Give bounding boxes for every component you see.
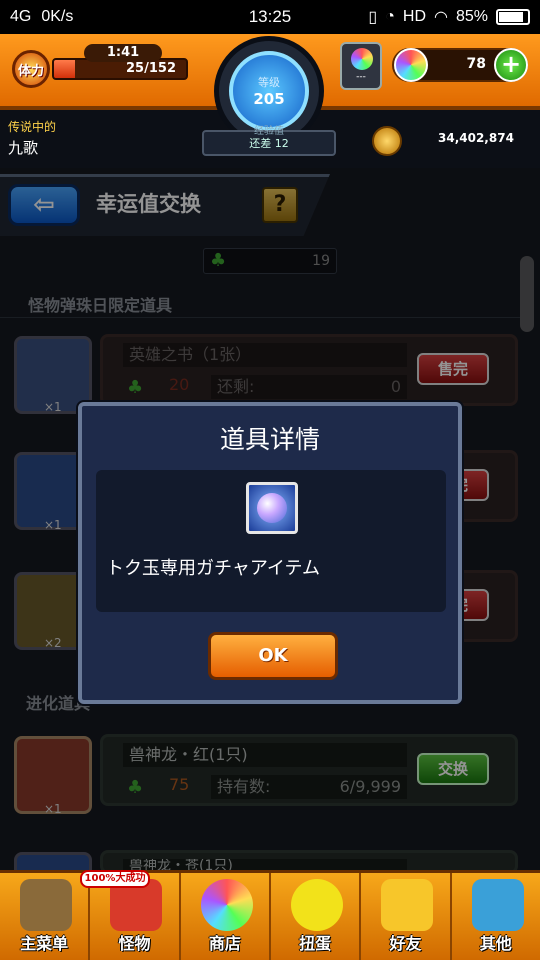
nav-label: 商店 (208, 934, 241, 953)
hot-badge: 100%大成功 (80, 870, 150, 888)
other-icon (471, 879, 524, 931)
gacha-machine-text: --- (356, 72, 366, 82)
nav-label: 扭蛋 (299, 934, 332, 953)
coin-count: 34,402,874 (438, 131, 514, 145)
network-speed: 0K/s (41, 8, 74, 25)
nav-other[interactable]: 其他 (452, 873, 540, 960)
add-orbs-button[interactable]: + (494, 48, 528, 82)
status-bar: 4G 0K/s 13:25 ▯ ◔ HD ◠ 85% (0, 0, 540, 34)
exp-value: 还差 12 (249, 137, 289, 150)
house-icon (20, 879, 72, 931)
wifi-icon: ◠ (434, 9, 448, 26)
coin-icon (372, 126, 402, 156)
dialog-title: 道具详情 (219, 425, 320, 454)
rainbow-orb-icon (394, 48, 428, 82)
player-title: 传说中的 (8, 120, 57, 134)
stamina-value: 25/152 (126, 61, 176, 76)
alarm-icon: ◔ (385, 8, 395, 25)
nav-friends[interactable]: 好友 (361, 873, 452, 960)
stamina-fill (54, 60, 76, 78)
friends-icon (381, 879, 434, 931)
battery-percent: 85% (455, 8, 488, 25)
ok-button[interactable]: OK (208, 632, 338, 680)
player-name: 九歌 (8, 139, 39, 157)
stamina-timer: 1:41 (84, 44, 162, 62)
vibrate-icon: ▯ (368, 9, 378, 26)
nav-label: 怪物 (118, 934, 151, 953)
nav-label: 其他 (479, 934, 512, 953)
nav-gacha[interactable]: 扭蛋 (271, 873, 362, 960)
nav-label: 主菜单 (20, 934, 69, 953)
orb-counter: 78 + (392, 48, 528, 82)
nav-label: 好友 (389, 934, 422, 953)
exp-box: 经验值 还差 12 (202, 126, 336, 156)
egg-icon (290, 879, 343, 931)
rank-label: 等级 (258, 76, 280, 89)
network-indicator: 4G (10, 8, 32, 25)
item-description: トク玉専用ガチャアイテム (106, 558, 321, 579)
orb-count: 78 (466, 56, 486, 72)
gem-icon (257, 493, 287, 523)
gacha-machine-icon[interactable]: --- (340, 42, 382, 90)
orb-shop-icon (200, 879, 253, 931)
exp-label: 经验值 (254, 126, 284, 137)
hd-label: HD (402, 8, 426, 25)
orb-icon (351, 48, 373, 70)
nav-main-menu[interactable]: 主菜单 (0, 873, 91, 960)
rank-value: 205 (253, 90, 285, 108)
item-detail-dialog: 道具详情 トク玉専用ガチャアイテム OK (78, 402, 462, 704)
toku-orb-item-icon (246, 482, 298, 534)
dialog-content: トク玉専用ガチャアイテム (96, 470, 446, 612)
battery-icon (496, 9, 530, 25)
clock: 13:25 (248, 7, 292, 26)
stamina-badge: 体力 (12, 50, 50, 88)
nav-shop[interactable]: 商店 (181, 873, 271, 960)
